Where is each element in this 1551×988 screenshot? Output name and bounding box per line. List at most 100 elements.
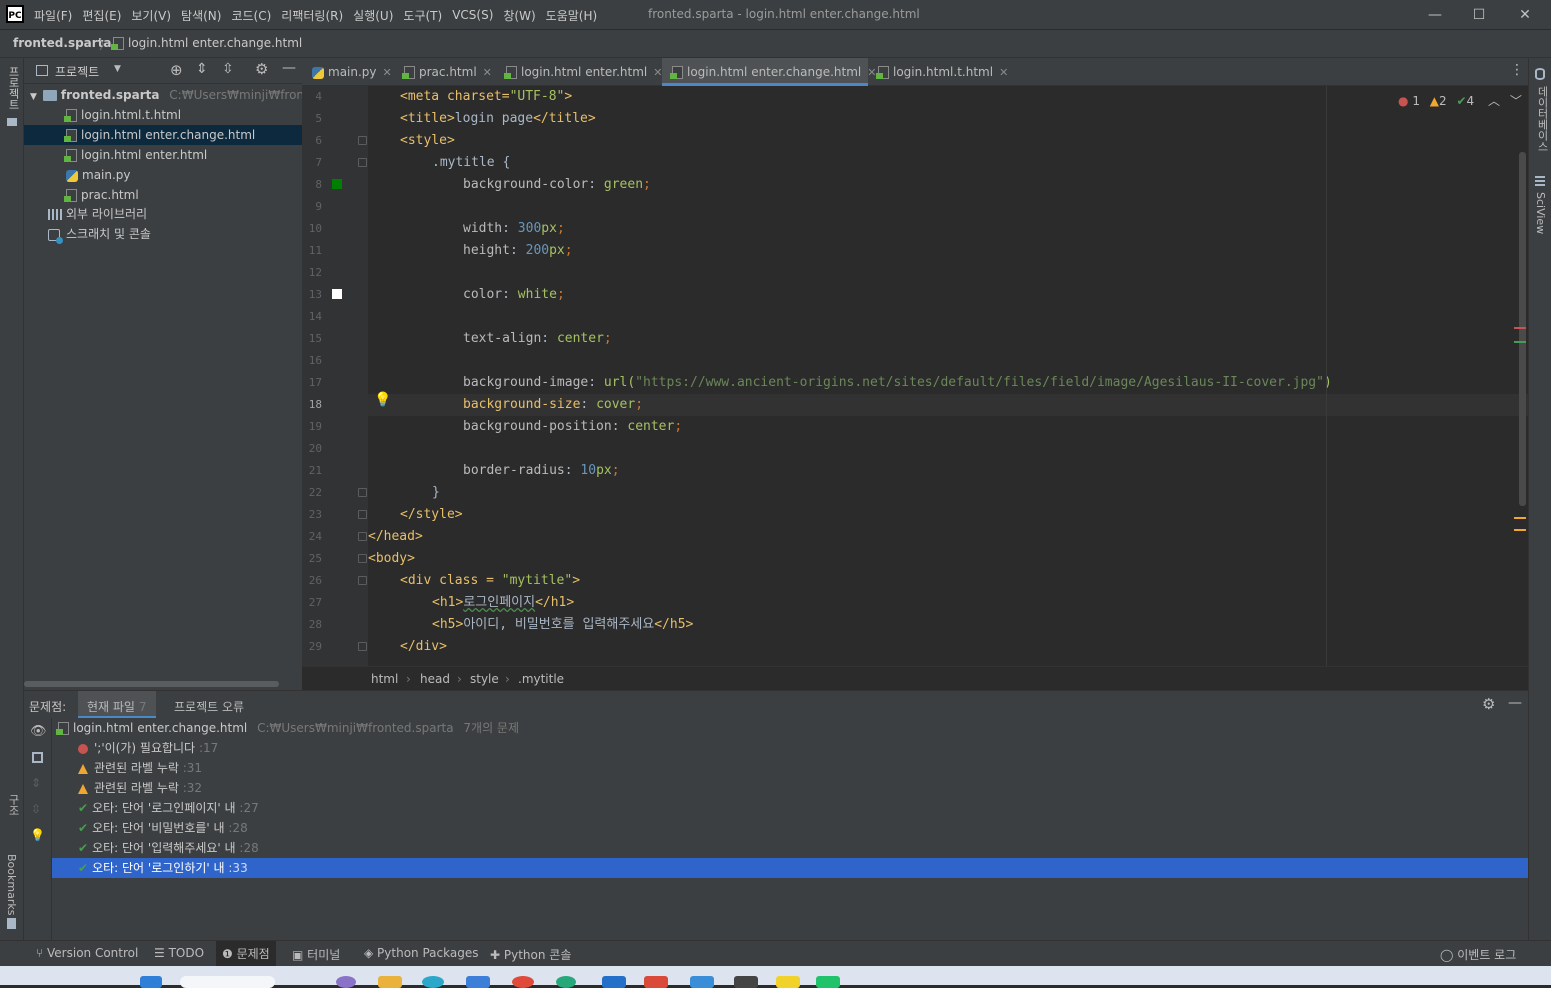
color-swatch-green[interactable] — [332, 179, 342, 189]
nav-file[interactable]: login.html enter.change.html — [111, 36, 302, 50]
lightbulb-icon[interactable]: 💡 — [374, 392, 391, 408]
breadcrumb-item[interactable]: head — [420, 672, 450, 686]
tree-file[interactable]: main.py — [66, 165, 131, 185]
hide-panel-icon[interactable]: — — [1508, 695, 1522, 711]
menu-navigate[interactable]: 탐색(N) — [181, 7, 221, 24]
menu-run[interactable]: 실행(U) — [353, 7, 393, 24]
error-stripe-mark[interactable] — [1514, 327, 1526, 329]
tree-scratches[interactable]: 스크래치 및 콘솔 — [48, 224, 151, 244]
gear-icon[interactable]: ⚙ — [1482, 695, 1495, 713]
python-packages-button[interactable]: ◈ Python Packages — [364, 946, 478, 960]
close-window-button[interactable]: ✕ — [1514, 4, 1536, 26]
problem-item[interactable]: 관련된 라벨 누락 :32 — [52, 778, 1528, 798]
python-console-button[interactable]: ✚ Python 콘솔 — [490, 946, 571, 963]
menu-file[interactable]: 파일(F) — [34, 7, 72, 24]
taskbar-vscode-icon[interactable] — [602, 976, 626, 988]
problem-item[interactable]: 관련된 라벨 누락 :31 — [52, 758, 1528, 778]
tab-prac-html[interactable]: prac.html ✕ — [394, 58, 492, 86]
taskbar-app-icon[interactable] — [644, 976, 668, 988]
expand-all-icon[interactable]: ⇕ — [196, 61, 208, 77]
windows-start-icon[interactable] — [140, 976, 162, 988]
preview-icon[interactable] — [32, 752, 43, 763]
tree-file[interactable]: prac.html — [64, 185, 139, 205]
problem-item[interactable]: ✔ 오타: 단어 '로그인페이지' 내 :27 — [52, 798, 1528, 818]
tab-login-enter-change[interactable]: login.html enter.change.html ✕ — [662, 58, 876, 86]
maximize-button[interactable]: ☐ — [1468, 4, 1490, 26]
breadcrumb-item[interactable]: html — [371, 672, 398, 686]
taskbar-app-icon[interactable] — [556, 976, 576, 988]
taskbar-app-icon[interactable] — [690, 976, 714, 988]
nav-project[interactable]: fronted.sparta — [13, 36, 112, 50]
tab-current-file[interactable]: 현재 파일 7 — [78, 691, 157, 719]
previous-problem-icon[interactable]: ︿ — [1488, 94, 1500, 108]
breadcrumb-item[interactable]: .mytitle — [518, 672, 564, 686]
tree-file-selected[interactable]: login.html enter.change.html — [24, 125, 302, 145]
next-problem-icon[interactable]: ﹀ — [1510, 94, 1522, 108]
minimize-button[interactable]: — — [1424, 4, 1446, 26]
breadcrumb-item[interactable]: style — [470, 672, 499, 686]
menu-window[interactable]: 창(W) — [503, 7, 535, 24]
tab-project-errors[interactable]: 프로젝트 오류 — [174, 698, 244, 715]
problems-button[interactable]: ❶ 문제점 — [216, 941, 276, 967]
bookmarks-tool-button[interactable]: Bookmarks — [5, 854, 18, 915]
collapse-all-icon[interactable]: ⇳ — [31, 802, 41, 816]
collapse-all-icon[interactable]: ⇳ — [222, 61, 234, 77]
gear-icon[interactable]: ⚙ — [255, 60, 268, 78]
tree-file[interactable]: login.html enter.html — [64, 145, 207, 165]
fold-marker-icon[interactable] — [358, 532, 367, 541]
tree-file[interactable]: login.html.t.html — [64, 105, 181, 125]
color-swatch-white[interactable] — [332, 289, 342, 299]
expand-all-icon[interactable]: ⇕ — [31, 776, 41, 790]
typo-stripe-mark[interactable] — [1514, 341, 1526, 343]
tab-login-t[interactable]: login.html.t.html ✕ — [868, 58, 1008, 86]
taskbar-app-icon[interactable] — [734, 976, 758, 988]
taskbar-folder-icon[interactable] — [378, 976, 402, 988]
menu-vcs[interactable]: VCS(S) — [452, 8, 493, 22]
menu-help[interactable]: 도움말(H) — [546, 7, 598, 24]
menu-tools[interactable]: 도구(T) — [403, 7, 442, 24]
fold-marker-icon[interactable] — [358, 488, 367, 497]
menu-edit[interactable]: 편집(E) — [82, 7, 121, 24]
menu-code[interactable]: 코드(C) — [231, 7, 271, 24]
tab-login-enter[interactable]: login.html enter.html ✕ — [496, 58, 662, 86]
lightbulb-icon[interactable]: 💡 — [30, 828, 45, 842]
fold-marker-icon[interactable] — [358, 136, 367, 145]
todo-button[interactable]: ☰ TODO — [154, 946, 204, 960]
warning-stripe-mark[interactable] — [1514, 529, 1526, 531]
problem-item-selected[interactable]: ✔ 오타: 단어 '로그인하기' 내 :33 — [52, 858, 1528, 878]
close-tab-icon[interactable]: ✕ — [999, 66, 1008, 79]
taskbar-chrome-icon[interactable] — [512, 976, 534, 988]
menu-refactor[interactable]: 리팩터링(R) — [281, 7, 343, 24]
more-tabs-icon[interactable]: ⋮ — [1510, 62, 1524, 78]
problem-item[interactable]: ✔ 오타: 단어 '비밀번호를' 내 :28 — [52, 818, 1528, 838]
fold-marker-icon[interactable] — [358, 642, 367, 651]
tree-external-libraries[interactable]: 외부 라이브러리 — [48, 204, 147, 224]
tree-root[interactable]: ▼ fronted.sparta C:₩Users₩minji₩fronted.s… — [30, 85, 341, 105]
terminal-button[interactable]: ▣ 터미널 — [292, 946, 340, 963]
project-panel-title[interactable]: 프로젝트 — [55, 63, 99, 80]
vertical-scrollbar[interactable] — [1519, 152, 1526, 506]
menu-view[interactable]: 보기(V) — [131, 7, 171, 24]
tab-main-py[interactable]: main.py ✕ — [302, 58, 392, 86]
taskbar-pycharm-icon[interactable] — [816, 976, 840, 988]
hide-panel-icon[interactable]: — — [282, 60, 296, 76]
locate-icon[interactable]: ⊕ — [170, 61, 183, 79]
close-tab-icon[interactable]: ✕ — [383, 66, 392, 79]
problems-file-row[interactable]: login.html enter.change.html C:₩Users₩mi… — [56, 718, 1534, 738]
code-editor[interactable]: 4 5 6 7 8 9 10 11 12 13 14 15 16 17 18 1… — [302, 86, 1528, 666]
project-tool-button[interactable]: 프로젝트 — [5, 66, 21, 110]
version-control-button[interactable]: ⑂ Version Control — [36, 946, 138, 960]
event-log-button[interactable]: ◯ 이벤트 로그 — [1440, 946, 1516, 963]
inspection-widget[interactable]: ● 1 ▲2 ✔4 ︿ ﹀ — [1398, 92, 1522, 109]
chevron-down-icon[interactable]: ▼ — [114, 64, 121, 74]
taskbar-search-icon[interactable] — [180, 976, 275, 988]
taskbar-store-icon[interactable] — [466, 976, 490, 988]
fold-marker-icon[interactable] — [358, 510, 367, 519]
sciview-tool-button[interactable]: SciView — [1534, 192, 1547, 234]
close-tab-icon[interactable]: ✕ — [483, 66, 492, 79]
problem-item[interactable]: ';'이(가) 필요합니다 :17 — [52, 738, 1528, 758]
fold-marker-icon[interactable] — [358, 158, 367, 167]
warning-stripe-mark[interactable] — [1514, 517, 1526, 519]
problem-item[interactable]: ✔ 오타: 단어 '입력해주세요' 내 :28 — [52, 838, 1528, 858]
eye-icon[interactable]: 👁 — [30, 724, 47, 739]
